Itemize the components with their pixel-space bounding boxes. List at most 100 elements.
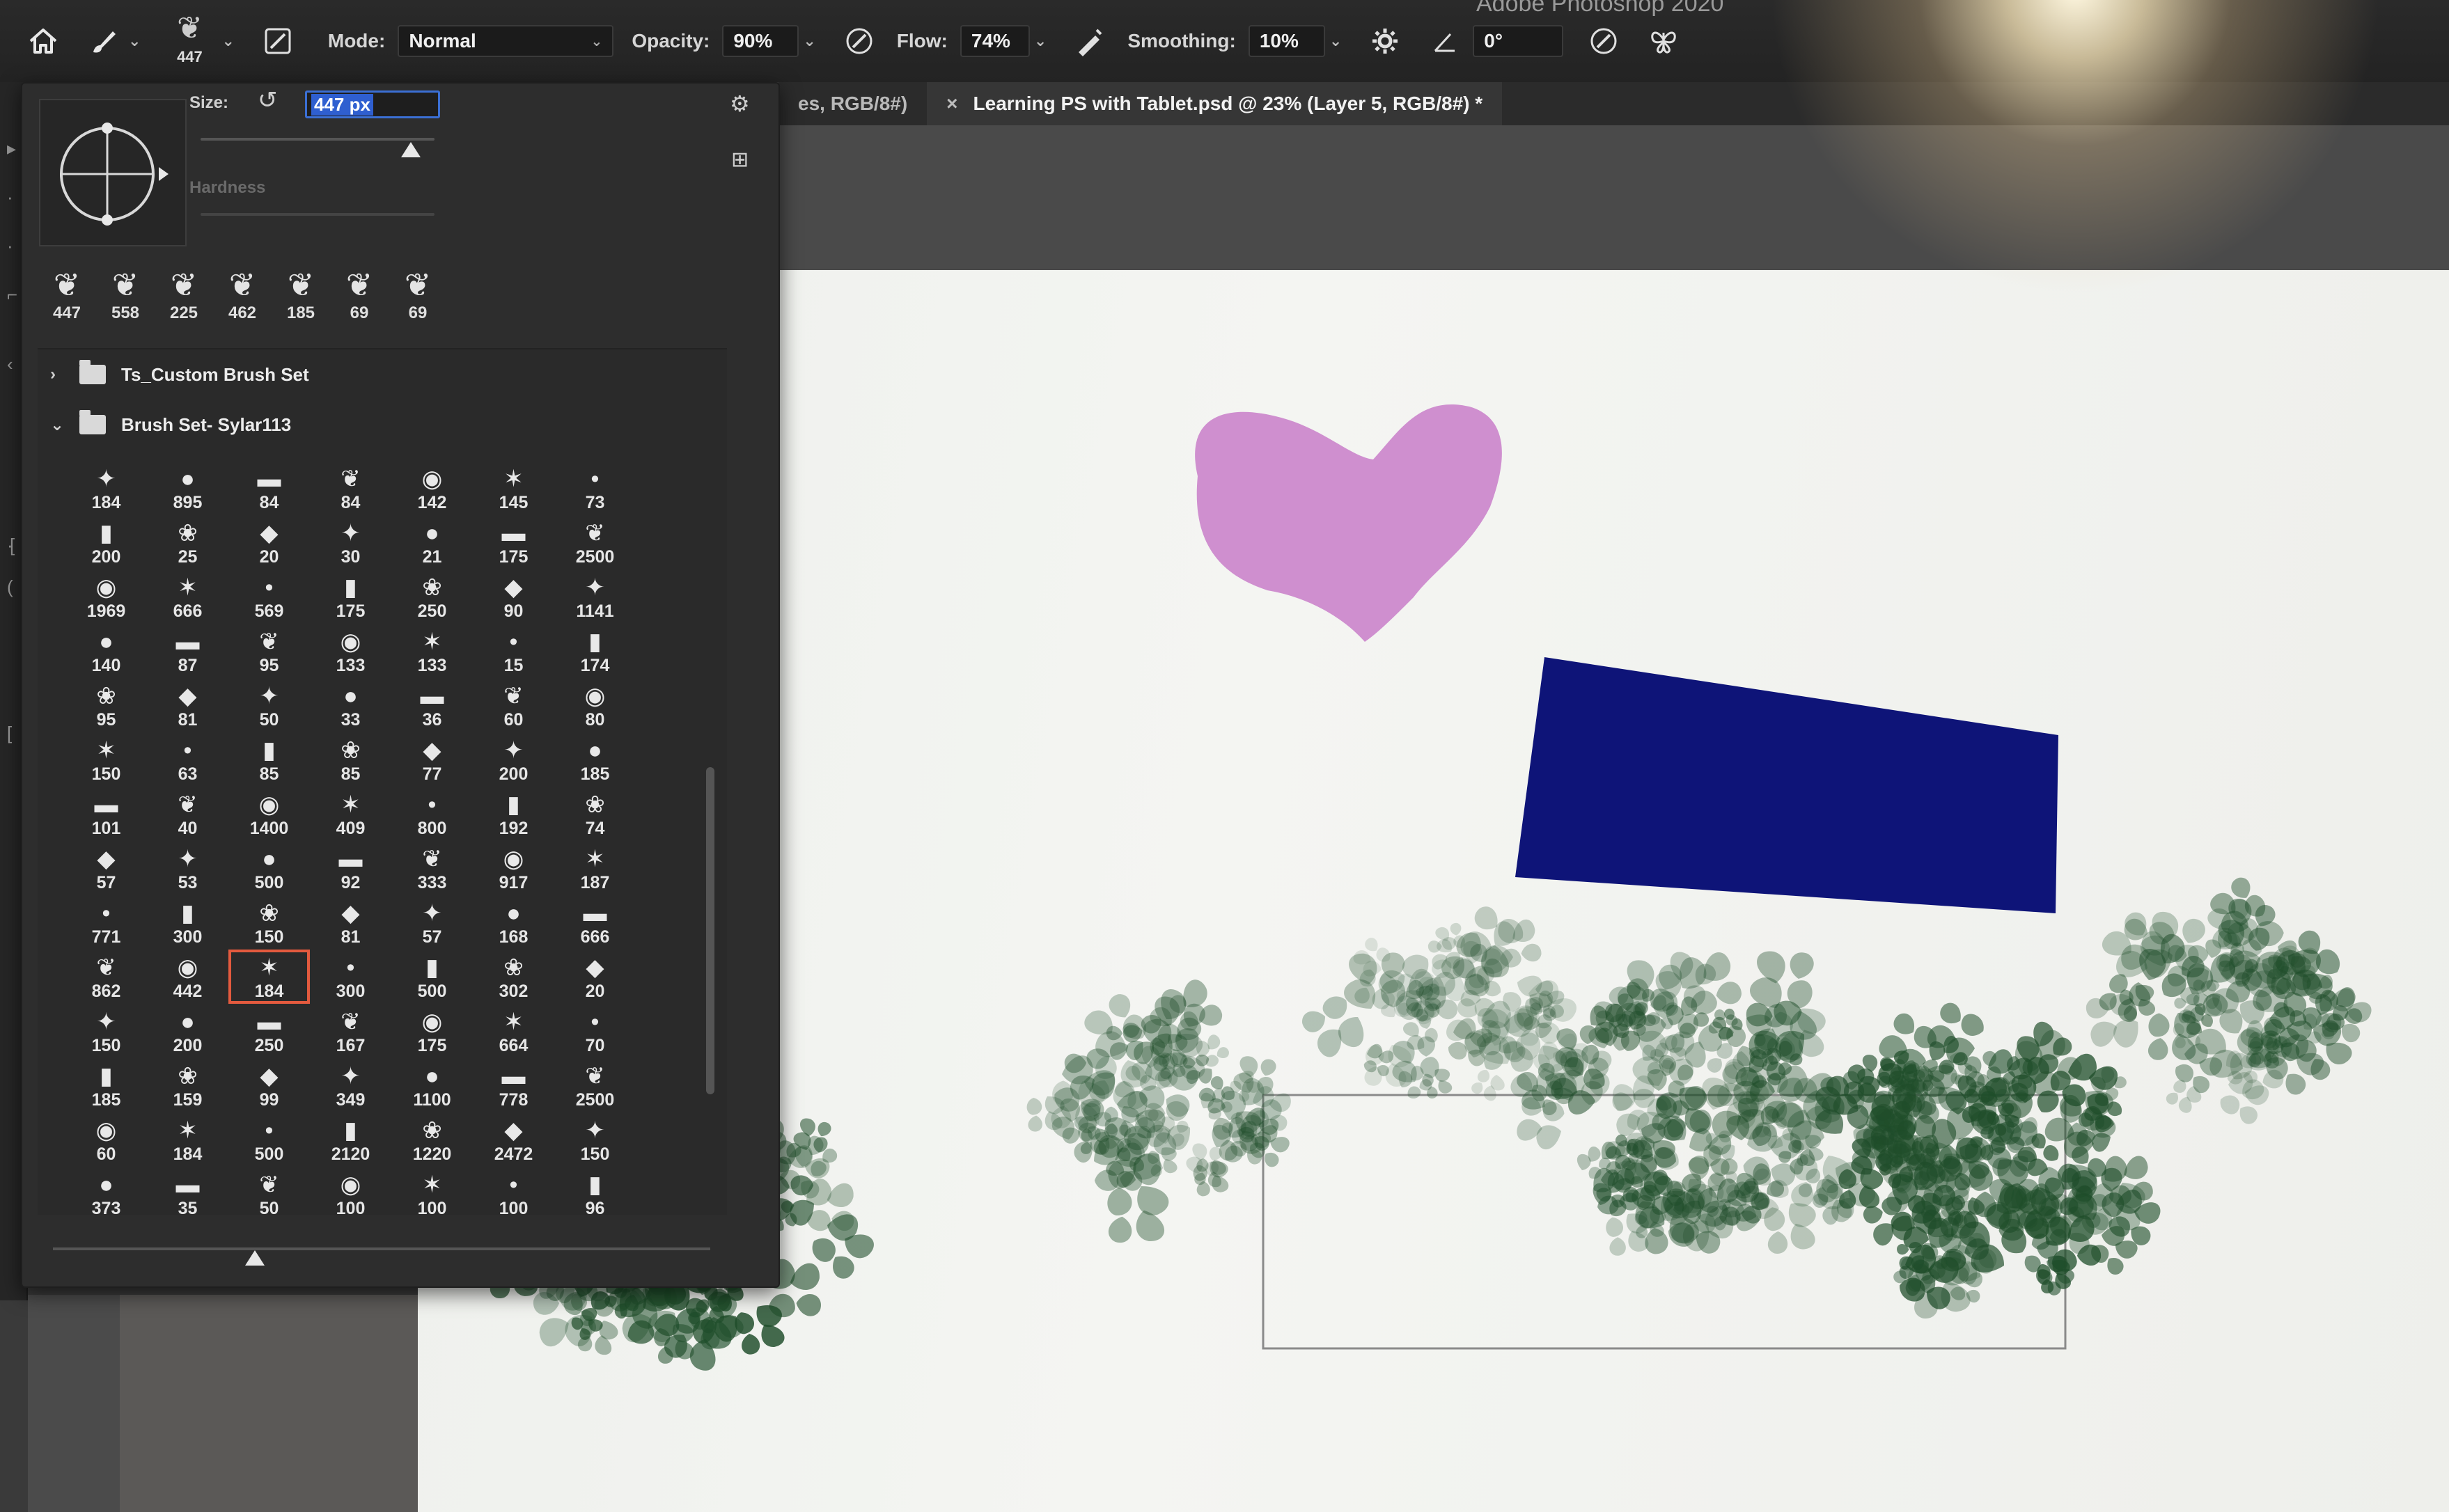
brush-preset[interactable]: ❦ 333	[391, 841, 473, 895]
brush-preset[interactable]: ◉ 133	[310, 624, 391, 678]
brush-preset[interactable]: ◆ 77	[391, 732, 473, 787]
brush-preset[interactable]: ▬ 84	[228, 461, 310, 515]
opacity-input[interactable]: 90%	[722, 25, 799, 57]
brush-preset[interactable]: ◉ 60	[65, 1112, 147, 1167]
brush-preset[interactable]: ❀ 25	[147, 515, 228, 569]
tool-icon[interactable]: [	[7, 723, 12, 744]
brush-preset[interactable]: ❦ 2500	[554, 1058, 636, 1112]
brush-preset[interactable]: ✶ 664	[473, 1004, 554, 1058]
brush-preset[interactable]: ✦ 349	[310, 1058, 391, 1112]
brush-preset[interactable]: ◆ 81	[147, 678, 228, 732]
brush-preset[interactable]: ▮ 200	[65, 515, 147, 569]
brush-preset[interactable]: ▮ 2120	[310, 1112, 391, 1167]
brush-preset[interactable]: ✶ 184	[228, 950, 310, 1004]
brush-preset[interactable]: ▮ 175	[310, 569, 391, 624]
reset-size-icon[interactable]: ↺	[258, 86, 278, 114]
brush-preset[interactable]: ▬ 87	[147, 624, 228, 678]
brush-preset[interactable]: ◆ 99	[228, 1058, 310, 1112]
tool-icon[interactable]: ·	[7, 235, 13, 257]
brush-preset[interactable]: • 70	[554, 1004, 636, 1058]
brush-preset[interactable]: ◉ 142	[391, 461, 473, 515]
brush-preset[interactable]: ◉ 100	[310, 1167, 391, 1215]
brush-tip-angle-preview[interactable]	[39, 99, 187, 246]
brush-preset[interactable]: ❀ 74	[554, 787, 636, 841]
smoothing-input[interactable]: 10%	[1248, 25, 1325, 57]
preview-size-slider-track[interactable]	[53, 1247, 710, 1250]
brush-preset[interactable]: ● 185	[554, 732, 636, 787]
tool-icon[interactable]: ‹	[7, 354, 13, 375]
brush-preset[interactable]: ▬ 35	[147, 1167, 228, 1215]
size-input[interactable]: 447 px	[305, 90, 440, 118]
brush-preset[interactable]: ✦ 30	[310, 515, 391, 569]
close-tab-icon[interactable]: ×	[946, 93, 957, 115]
brush-preset[interactable]: ✦ 200	[473, 732, 554, 787]
brush-preset[interactable]: ▬ 666	[554, 895, 636, 950]
brush-preset[interactable]: ▬ 101	[65, 787, 147, 841]
brush-preset[interactable]: • 63	[147, 732, 228, 787]
chevron-down-icon[interactable]: ⌄	[128, 32, 141, 50]
brush-preset[interactable]: ❦ 84	[310, 461, 391, 515]
brush-preset[interactable]: ◆ 2472	[473, 1112, 554, 1167]
preview-size-slider-handle[interactable]	[245, 1250, 265, 1266]
recent-brush[interactable]: ❦ 225	[157, 266, 210, 323]
brush-preset[interactable]: ● 200	[147, 1004, 228, 1058]
brush-preset[interactable]: ▬ 36	[391, 678, 473, 732]
brush-settings-panel-icon[interactable]	[256, 19, 300, 63]
document-tab[interactable]: es, RGB/8#)	[778, 82, 927, 125]
brush-preset[interactable]: ● 1100	[391, 1058, 473, 1112]
brush-preset[interactable]: ▬ 175	[473, 515, 554, 569]
brush-preset[interactable]: ✶ 145	[473, 461, 554, 515]
brush-preset[interactable]: ✦ 150	[554, 1112, 636, 1167]
brush-preset[interactable]: ▮ 500	[391, 950, 473, 1004]
recent-brush[interactable]: ❦ 185	[274, 266, 327, 323]
brush-preset[interactable]: ❦ 40	[147, 787, 228, 841]
airbrush-icon[interactable]	[1067, 19, 1112, 63]
recent-brush[interactable]: ❦ 462	[216, 266, 269, 323]
brush-preset[interactable]: ◆ 81	[310, 895, 391, 950]
document-tab-active[interactable]: × Learning PS with Tablet.psd @ 23% (Lay…	[927, 82, 1503, 125]
brush-preset[interactable]: ❀ 95	[65, 678, 147, 732]
brush-preset[interactable]: ▬ 250	[228, 1004, 310, 1058]
brush-preset-picker[interactable]: ❦ 447	[162, 9, 217, 73]
brush-preset[interactable]: ❀ 150	[228, 895, 310, 950]
brush-preset[interactable]: • 500	[228, 1112, 310, 1167]
brush-preset[interactable]: ✶ 184	[147, 1112, 228, 1167]
brush-preset[interactable]: • 73	[554, 461, 636, 515]
brush-preset[interactable]: ❀ 302	[473, 950, 554, 1004]
brush-preset[interactable]: ✦ 1141	[554, 569, 636, 624]
brush-preset[interactable]: ▮ 185	[65, 1058, 147, 1112]
brush-preset[interactable]: ● 500	[228, 841, 310, 895]
recent-brush[interactable]: ❦ 447	[40, 266, 93, 323]
brush-preset[interactable]: ● 895	[147, 461, 228, 515]
brush-preset[interactable]: ✦ 53	[147, 841, 228, 895]
preset-list-scrollbar[interactable]	[706, 767, 714, 1094]
brush-preset[interactable]: ❦ 60	[473, 678, 554, 732]
size-slider-handle[interactable]	[401, 142, 421, 157]
tool-icon[interactable]: [	[10, 535, 15, 556]
brush-preset[interactable]: ✦ 150	[65, 1004, 147, 1058]
chevron-right-icon[interactable]: ›	[50, 365, 71, 384]
create-preset-icon[interactable]: ⊞	[731, 148, 749, 172]
brush-preset[interactable]: ● 140	[65, 624, 147, 678]
brush-preset[interactable]: ▮ 85	[228, 732, 310, 787]
brush-preset[interactable]: ✦ 50	[228, 678, 310, 732]
brush-preset[interactable]: ✦ 57	[391, 895, 473, 950]
brush-preset[interactable]: ❦ 167	[310, 1004, 391, 1058]
recent-brush[interactable]: ❦ 558	[99, 266, 152, 323]
brush-preset[interactable]: ◉ 1969	[65, 569, 147, 624]
brush-preset[interactable]: ◉ 1400	[228, 787, 310, 841]
brush-preset[interactable]: ● 21	[391, 515, 473, 569]
brush-preset[interactable]: ◉ 175	[391, 1004, 473, 1058]
brush-angle-input[interactable]: 0°	[1473, 25, 1564, 57]
brush-preset[interactable]: ❦ 862	[65, 950, 147, 1004]
brush-preset[interactable]: ▬ 92	[310, 841, 391, 895]
brush-preset[interactable]: ● 168	[473, 895, 554, 950]
tool-icon[interactable]: ▸	[7, 138, 16, 159]
brush-preset[interactable]: ❀ 250	[391, 569, 473, 624]
brush-preset[interactable]: ▮ 174	[554, 624, 636, 678]
brush-preset[interactable]: ● 373	[65, 1167, 147, 1215]
brush-preset[interactable]: ▮ 300	[147, 895, 228, 950]
tool-icon[interactable]: ·	[7, 187, 13, 208]
chevron-down-icon[interactable]: ⌄	[803, 32, 815, 50]
hardness-slider-track[interactable]	[201, 213, 435, 216]
